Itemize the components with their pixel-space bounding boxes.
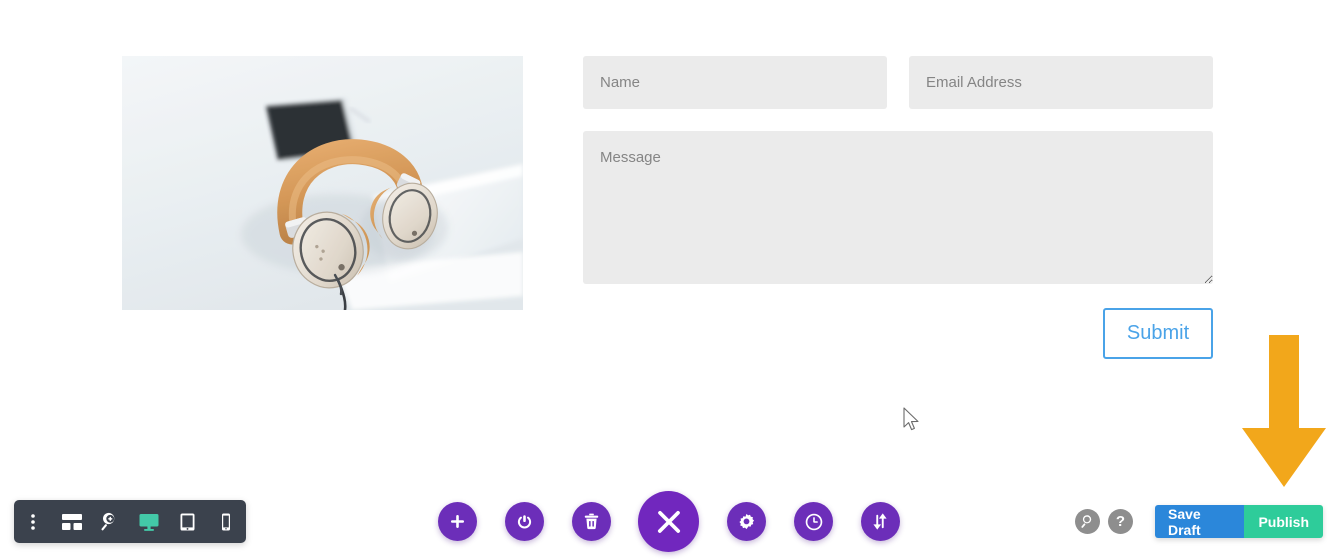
form-field-row <box>583 56 1213 109</box>
tablet-icon[interactable] <box>168 500 207 543</box>
mouse-cursor <box>903 407 923 435</box>
email-input[interactable] <box>909 56 1213 109</box>
page-content-area: Submit <box>0 0 1338 487</box>
annotation-arrow-down-icon <box>1240 335 1328 487</box>
help-button-group: ? <box>1075 509 1133 534</box>
headphones-photo <box>122 56 523 310</box>
phone-icon[interactable] <box>207 500 246 543</box>
contact-form-module: Submit <box>583 56 1213 359</box>
image-module[interactable] <box>122 56 523 310</box>
history-button[interactable] <box>794 502 834 541</box>
close-builder-button[interactable] <box>638 491 700 552</box>
publish-button-group: Save Draft Publish <box>1155 505 1323 538</box>
message-textarea[interactable] <box>583 131 1213 284</box>
portability-button[interactable] <box>860 502 900 541</box>
clear-layout-button[interactable] <box>571 502 611 541</box>
submit-button[interactable]: Submit <box>1103 308 1213 359</box>
wireframe-icon[interactable] <box>53 500 92 543</box>
add-section-button[interactable] <box>438 502 477 541</box>
settings-button[interactable] <box>727 502 767 541</box>
search-icon[interactable] <box>1075 509 1100 534</box>
help-icon[interactable]: ? <box>1108 509 1133 534</box>
submit-row: Submit <box>583 308 1213 359</box>
name-input[interactable] <box>583 56 887 109</box>
save-draft-button[interactable]: Save Draft <box>1155 505 1245 538</box>
publish-button[interactable]: Publish <box>1244 505 1323 538</box>
desktop-icon[interactable] <box>130 500 169 543</box>
zoom-out-icon[interactable] <box>91 500 130 543</box>
view-mode-toolbar[interactable] <box>14 500 246 543</box>
builder-main-toolbar <box>438 491 900 552</box>
question-mark-glyph: ? <box>1115 513 1126 530</box>
more-options-icon[interactable] <box>14 500 53 543</box>
toggle-builder-button[interactable] <box>504 502 544 541</box>
